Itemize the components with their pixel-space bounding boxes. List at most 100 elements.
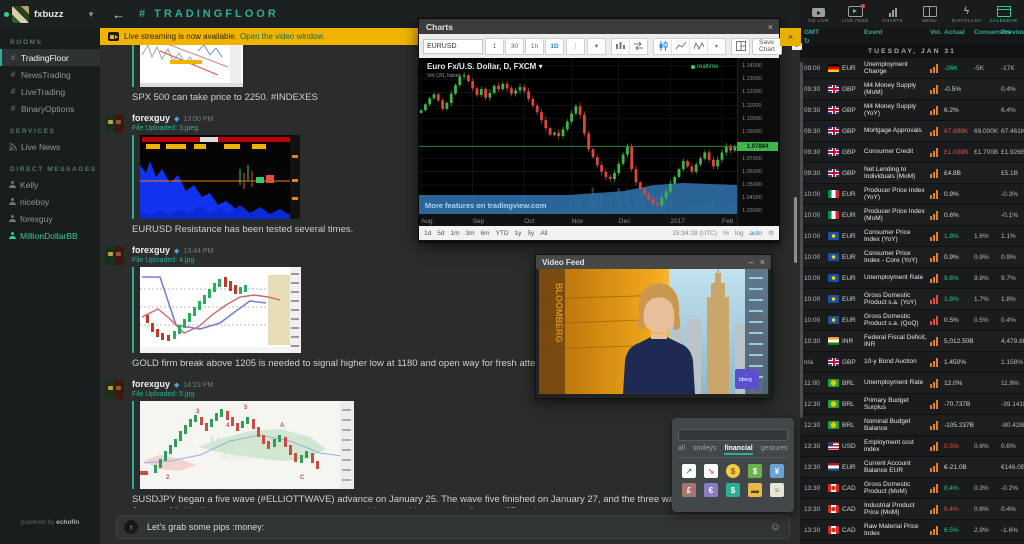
calendar-row[interactable]: 10:30INRFederal Fiscal Deficit, INR5,012… — [800, 331, 1024, 352]
interval-button-1D[interactable]: 1D — [545, 38, 564, 55]
emoji-chart-decreasing[interactable]: ↘ — [704, 464, 718, 478]
emoji-credit-card[interactable]: ▬ — [748, 483, 762, 497]
range-button-6m[interactable]: 6m — [481, 230, 490, 237]
more-intervals-button[interactable]: ⋮ — [566, 38, 585, 55]
range-button-YTD[interactable]: YTD — [496, 230, 509, 237]
bars-icon[interactable] — [612, 39, 630, 54]
interval-button-30[interactable]: 30 — [505, 38, 524, 55]
uploaded-chart-image-usdjpy[interactable]: USDJPY 60US DOLLAR / YEN3542AC — [140, 401, 354, 489]
chart-settings-icon[interactable]: ⚙ — [768, 229, 774, 237]
calendar-row[interactable]: 13:30CADIndustrial Product Price (MoM)0.… — [800, 499, 1024, 520]
calendar-row[interactable]: 10:00EURConsumer Price Index (YoY)1.8%1.… — [800, 226, 1024, 247]
video-window-close-icon[interactable]: × — [760, 257, 765, 267]
col-header-event[interactable]: Event — [864, 29, 930, 36]
banner-close-button[interactable]: × — [780, 28, 801, 46]
candlestick-chart[interactable]: More features on tradingview.comAugSepOc… — [419, 58, 737, 226]
range-button-1d[interactable]: 1d — [424, 230, 431, 237]
uploaded-chart-image-spx[interactable] — [140, 45, 243, 87]
emoji-yen-banknote[interactable]: ¥ — [770, 464, 784, 478]
emoji-tab-financial[interactable]: financial — [724, 445, 752, 455]
uploaded-chart-image-eurusd[interactable] — [140, 135, 300, 219]
layout-icon[interactable] — [732, 39, 749, 54]
uploaded-chart-image-gold[interactable] — [140, 267, 301, 353]
symbol-input[interactable] — [423, 39, 483, 54]
calendar-row[interactable]: 10:00EURGross Domestic Product s.a. (QoQ… — [800, 310, 1024, 331]
calendar-row[interactable]: 09:30GBPM4 Money Supply (MoM)-0.5%0.4% — [800, 79, 1024, 100]
topbar-icon-menu[interactable]: MENU — [911, 5, 948, 23]
chat-scrollbar-thumb[interactable] — [794, 197, 797, 263]
candles-icon[interactable] — [654, 39, 672, 54]
emoji-tab-gestures[interactable]: gestures — [761, 445, 788, 455]
emoji-money-mouth-face[interactable]: $ — [726, 464, 740, 478]
topbar-icon-go-live[interactable]: GO LIVE — [800, 5, 837, 23]
col-header-actual[interactable]: Actual — [944, 29, 974, 36]
calendar-row[interactable]: 09:30GBPNet Lending to Individuals (MoM)… — [800, 163, 1024, 184]
chart-symbol-label[interactable]: Euro Fx/U.S. Dollar, D, FXCM ▾ — [427, 62, 543, 71]
topbar-icon-live-feed[interactable]: LIVE FEED — [837, 5, 874, 23]
range-button-1m[interactable]: 1m — [450, 230, 459, 237]
message-input[interactable] — [145, 521, 762, 533]
avatar[interactable] — [105, 246, 124, 265]
calendar-row[interactable]: 09:30GBPM4 Money Supply (YoY)6.2%6.4% — [800, 100, 1024, 121]
workspace-header[interactable]: fxbuzz ▼ — [0, 0, 100, 28]
calendar-scrollbar-thumb[interactable] — [800, 62, 803, 418]
calendar-row[interactable]: 13:30CADRaw Material Price Index6.5%2.9%… — [800, 520, 1024, 541]
emoji-tab-smileys[interactable]: smileys — [693, 445, 716, 455]
topbar-icon-charts[interactable]: CHARTS — [874, 5, 911, 23]
back-arrow-icon[interactable]: ← — [112, 7, 125, 22]
emoji-search-input[interactable] — [678, 429, 788, 441]
emoji-dollar-banknote[interactable]: $ — [748, 464, 762, 478]
calendar-row[interactable]: 13:30EURCurrent Account Balance EUR€-21.… — [800, 457, 1024, 478]
compare-icon[interactable] — [630, 39, 647, 54]
upload-button[interactable]: ↑ — [124, 520, 138, 534]
avatar[interactable] — [105, 114, 124, 133]
calendar-row[interactable]: 13:30USDEmployment cost index0.5%0.6%0.6… — [800, 436, 1024, 457]
waves-icon[interactable] — [690, 39, 708, 54]
sidebar-room-livetrading[interactable]: #LiveTrading — [0, 83, 100, 100]
range-button-5d[interactable]: 5d — [437, 230, 444, 237]
calendar-row[interactable]: 10:00EURProducer Price Index (MoM)0.6%-0… — [800, 205, 1024, 226]
emoji-euro-banknote[interactable]: € — [704, 483, 718, 497]
video-feed-content[interactable]: BLOOMBERGbberg — [539, 269, 768, 394]
video-window-titlebar[interactable]: Video Feed – × — [536, 255, 771, 269]
sidebar-room-tradingfloor[interactable]: #TradingFloor — [0, 49, 100, 66]
save-chart-button[interactable]: Save Chart — [752, 38, 782, 55]
video-window-minimize-icon[interactable]: – — [749, 257, 754, 267]
username[interactable]: forexguy — [132, 379, 170, 389]
col-header-consensus[interactable]: Consensus — [974, 29, 1001, 36]
username[interactable]: forexguy — [132, 113, 170, 123]
calendar-row[interactable]: 10:00EURConsumer Price Index - Core (YoY… — [800, 247, 1024, 268]
sidebar-room-binaryoptions[interactable]: #BinaryOptions — [0, 100, 100, 117]
col-header-vol[interactable]: Vol. — [930, 29, 944, 36]
calendar-row[interactable]: 11:00BRLUnemployment Rate12.0%11.9% — [800, 373, 1024, 394]
scale-button-%[interactable]: % — [723, 230, 729, 237]
range-button-3m[interactable]: 3m — [466, 230, 475, 237]
calendar-row[interactable]: 12:30BRLNominal Budget Balance-105.237B-… — [800, 415, 1024, 436]
line-icon[interactable] — [672, 39, 690, 54]
sidebar-room-newstrading[interactable]: #NewsTrading — [0, 66, 100, 83]
interval-button-1h[interactable]: 1h — [525, 38, 544, 55]
interval-dropdown[interactable]: ▾ — [587, 38, 606, 55]
range-button-1y[interactable]: 1y — [515, 230, 522, 237]
calendar-row[interactable]: n/aGBP10-y Bond Auction1.450%1.158% — [800, 352, 1024, 373]
range-button-All[interactable]: All — [540, 230, 547, 237]
emoji-button[interactable]: ☺ — [770, 521, 781, 533]
tools-dropdown[interactable]: ▾ — [708, 39, 725, 54]
open-video-window-link[interactable]: Open the video window. — [240, 32, 325, 41]
username[interactable]: forexguy — [132, 245, 170, 255]
emoji-money-with-wings[interactable]: $ — [726, 483, 740, 497]
calendar-row[interactable]: 10:00EURUnemployment Rate9.6%9.8%9.7% — [800, 268, 1024, 289]
charts-window-close-icon[interactable]: × — [768, 22, 773, 32]
scale-button-log[interactable]: log — [735, 230, 744, 237]
topbar-icon-dataflash[interactable]: ϟDATAFLASH — [948, 5, 985, 23]
emoji-receipt[interactable]: ≡ — [770, 483, 784, 497]
avatar[interactable] — [105, 380, 124, 399]
calendar-row[interactable]: 13:30CADGross Domestic Product (MoM)0.4%… — [800, 478, 1024, 499]
calendar-row[interactable]: 10:00EURGross Domestic Product s.a. (YoY… — [800, 289, 1024, 310]
sidebar-dm-milliondollarbb[interactable]: MillionDollarBB — [0, 227, 100, 244]
col-header-previous[interactable]: Previous — [1001, 29, 1024, 36]
emoji-pound-banknote[interactable]: £ — [682, 483, 696, 497]
calendar-row[interactable]: 10:00EURProducer Price Index (YoY)0.9%-0… — [800, 184, 1024, 205]
calendar-row[interactable]: 09:00EURUnemployment Change-26K-5K-17K — [800, 58, 1024, 79]
sidebar-dm-kelly[interactable]: Kelly — [0, 176, 100, 193]
